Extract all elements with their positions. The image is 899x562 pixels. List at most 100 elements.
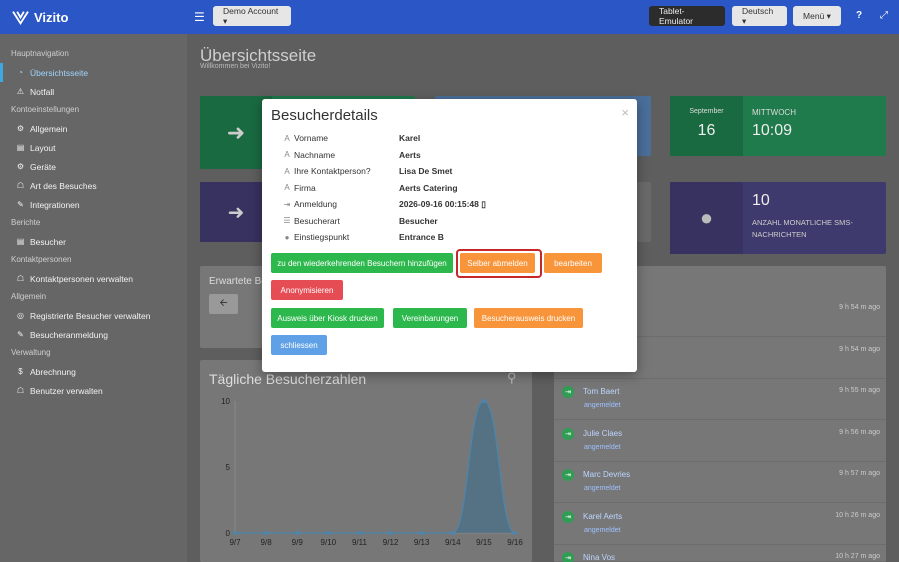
field-value: Besucher [399, 215, 438, 226]
tablet-emulator-button[interactable]: Tablet-Emulator [649, 6, 725, 26]
x-tick-label: 9/16 [507, 538, 523, 547]
sidebar-item[interactable]: ✎ Integrationen [0, 195, 187, 214]
detail-row: ● Einstiegspunkt Entrance B [281, 229, 611, 245]
field-label: Firma [294, 182, 316, 193]
sidebar-item-label: Abrechnung [30, 366, 76, 377]
sidebar-item[interactable]: ☖ Benutzer verwalten [0, 381, 187, 400]
chart-point [326, 531, 331, 535]
field-icon: A [284, 133, 290, 143]
field-value: Lisa De Smet [399, 166, 453, 176]
close-icon[interactable]: × [621, 105, 629, 120]
field-icon: A [284, 183, 290, 192]
visitor-name[interactable]: Karel Aerts [583, 512, 622, 521]
sidebar-item-label: Layout [30, 142, 56, 153]
app-name: Vizito [34, 9, 69, 25]
expand-icon[interactable]: ⤢ [880, 10, 888, 21]
sign-in-icon: ⇥ [562, 427, 574, 440]
x-tick-label: 9/14 [445, 538, 461, 547]
sidebar-item-icon: ☖ [16, 274, 25, 283]
sidebar-section-title: Hauptnavigation [11, 49, 69, 58]
sidebar-section-title: Kontaktpersonen [11, 255, 72, 264]
y-tick-label: 10 [221, 397, 230, 406]
sidebar-item[interactable]: ◔ Übersichtsseite [0, 63, 187, 82]
field-icon: ⇥ [283, 199, 291, 209]
sidebar-item[interactable]: ⚙ Allgemein [0, 119, 187, 138]
hamburger-icon[interactable]: ☰ [194, 10, 214, 24]
sidebar-item-label: Besucheranmeldung [30, 329, 108, 340]
list-item[interactable]: ⇥ Karel Aerts angemeldet 10 h 26 m ago [554, 503, 886, 545]
chart-point [357, 531, 362, 535]
edit-button[interactable]: bearbeiten [544, 253, 602, 273]
sidebar-item[interactable]: ▤ Besucher [0, 232, 187, 251]
visitor-name[interactable]: Tom Baert [583, 387, 619, 396]
sidebar-item-icon: ☖ [16, 386, 25, 395]
field-icon: ☰ [283, 216, 291, 225]
detail-row: A Nachname Aerts [281, 147, 611, 163]
sidebar-item-label: Besucher [30, 236, 66, 247]
field-value: Karel [399, 133, 421, 143]
field-value: Aerts [399, 149, 421, 160]
sidebar-item[interactable]: ☖ Art des Besuches [0, 176, 187, 195]
field-label: Einstiegspunkt [294, 232, 350, 242]
chart-point [450, 531, 455, 535]
date-day: 16 [697, 122, 716, 139]
list-item[interactable]: ⇥ Julie Claes angemeldet 9 h 56 m ago [554, 420, 886, 462]
visit-time: 9 h 56 m ago [839, 428, 880, 436]
field-value: Aerts Catering [399, 182, 458, 193]
chat-bubble-icon: ● [670, 182, 743, 254]
sidebar-item-icon: ◎ [17, 311, 24, 320]
sidebar-item[interactable]: ⚠ Notfall [0, 82, 187, 101]
visitor-status: angemeldet [584, 485, 621, 492]
date-month: September [689, 108, 724, 115]
visitor-name[interactable]: Nina Vos [583, 553, 615, 562]
sidebar-item-icon: ▤ [16, 143, 25, 152]
visit-time: 10 h 26 m ago [835, 511, 880, 519]
sidebar-item[interactable]: ◎ Registrierte Besucher verwalten [0, 306, 187, 325]
sidebar-item[interactable]: $ Abrechnung [0, 362, 187, 381]
agreements-button[interactable]: Vereinbarungen [393, 308, 467, 328]
chart-point [419, 531, 424, 535]
language-dropdown[interactable]: Deutsch ▾ [732, 6, 787, 26]
menu-dropdown[interactable]: Menü ▾ [793, 6, 841, 26]
detail-row: ⇥ Anmeldung 2026-09-16 00:15:48 ▯ [281, 196, 611, 212]
logo[interactable]: Vizito [12, 10, 187, 25]
x-tick-label: 9/9 [292, 538, 304, 547]
sidebar-section-title: Kontoeinstellungen [11, 105, 80, 114]
sidebar-item[interactable]: ⚙ Geräte [0, 157, 187, 176]
list-item[interactable]: ⇥ Marc Devries angemeldet 9 h 57 m ago [554, 462, 886, 503]
anonymize-button[interactable]: Anonymisieren [271, 280, 343, 300]
sidebar-section-title: Verwaltung [11, 348, 51, 357]
account-dropdown[interactable]: Demo Account ▾ [213, 6, 291, 26]
highlight-box [456, 249, 542, 278]
y-tick-label: 0 [226, 529, 231, 538]
field-label: Ihre Kontaktperson? [294, 166, 371, 176]
sidebar-item-label: Allgemein [30, 123, 68, 134]
expected-visitors-title: Erwartete Be [209, 276, 267, 287]
kiosk-print-button[interactable]: Ausweis über Kiosk drucken [271, 308, 384, 328]
sidebar-item-icon: ☖ [16, 181, 25, 190]
add-recurring-button[interactable]: zu den wiederkehrenden Besuchern hinzufü… [271, 253, 453, 273]
daily-visitors-card: Tägliche Besucherzahlen ⚲ 10 5 0 9/7 9/8 9/9 9… [200, 360, 532, 562]
sign-in-icon: ⇥ [562, 469, 574, 481]
sign-in-icon: ⇥ [562, 510, 574, 523]
x-tick-label: 9/11 [352, 538, 368, 547]
x-tick-label: 9/10 [321, 538, 337, 547]
close-button[interactable]: schliessen [271, 335, 327, 355]
visitor-name[interactable]: Marc Devries [583, 470, 630, 479]
list-item[interactable]: ⇥ Nina Vos 10 h 27 m ago [554, 545, 886, 562]
sidebar-item[interactable]: ✎ Besucheranmeldung [0, 325, 187, 344]
sidebar-section-title: Berichte [11, 218, 41, 227]
arrow-left-icon[interactable]: 🡨 [209, 294, 238, 314]
help-icon[interactable]: ? [856, 10, 862, 21]
sign-in-icon: ⇥ [562, 386, 574, 398]
visitor-name[interactable]: Julie Claes [583, 429, 622, 438]
sidebar-item[interactable]: ▤ Layout [0, 138, 187, 157]
field-value: 2026-09-16 00:15:48 ▯ [399, 198, 486, 209]
detail-row: ☰ Besucherart Besucher [281, 213, 611, 229]
x-tick-label: 9/7 [229, 538, 241, 547]
sidebar-section-title: Allgemein [11, 292, 47, 301]
sidebar-item[interactable]: ☖ Kontaktpersonen verwalten [0, 269, 187, 288]
badge-print-button[interactable]: Besucherausweis drucken [474, 308, 583, 328]
list-item[interactable]: ⇥ Tom Baert angemeldet 9 h 55 m ago [554, 379, 886, 420]
visitor-details-modal: Besucherdetails × A Vorname Karel A Nachname… [262, 99, 637, 372]
